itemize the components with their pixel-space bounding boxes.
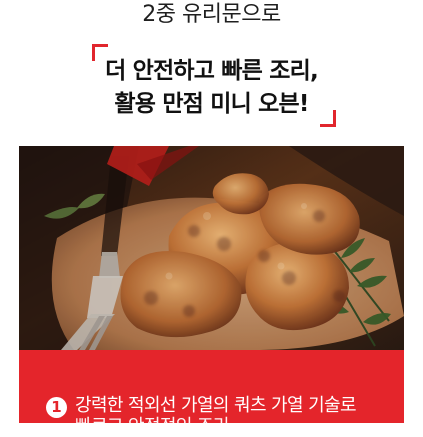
headline-line-2: 활용 만점 미니 오븐!: [114, 91, 309, 117]
chicken-wings-image: [19, 146, 404, 350]
feature-banner: 1 강력한 적외선 가열의 쿼츠 가열 기술로 빠르고 안정적인 조리: [19, 350, 404, 437]
food-photo: [19, 146, 404, 350]
feature-text-line-1: 강력한 적외선 가열의 쿼츠 가열 기술로: [75, 395, 357, 416]
feature-number-badge: 1: [46, 397, 67, 418]
section-subtitle: 2중 유리문으로: [142, 2, 281, 27]
headline-block: 더 안전하고 빠른 조리, 활용 만점 미니 오븐!: [0, 48, 423, 136]
feature-text-line-2: 빠르고 안정적인 조리: [75, 416, 229, 437]
product-detail-page: 2중 유리문으로 더 안전하고 빠른 조리, 활용 만점 미니 오븐! 1 강력…: [0, 0, 423, 437]
headline-line-1: 더 안전하고 빠른 조리,: [105, 58, 319, 84]
